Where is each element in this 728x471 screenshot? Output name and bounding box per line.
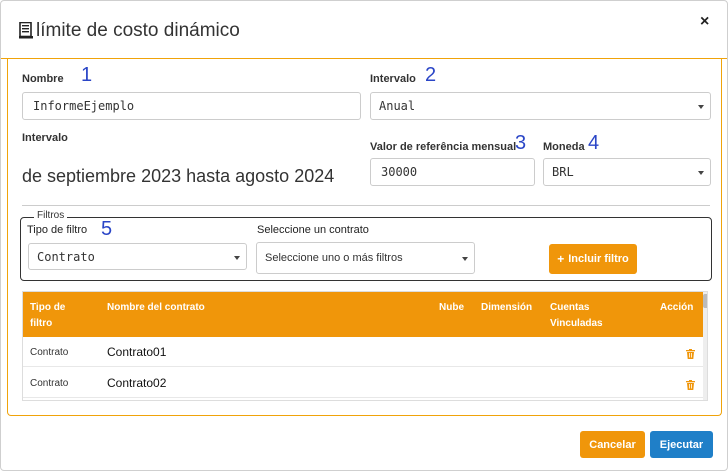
marker-4: 4 [588,132,600,154]
row-filter-type: Contrato [30,378,69,389]
header-dimension: Dimensión [481,302,533,313]
row-filter-type: Contrato [30,347,69,358]
document-icon [19,21,33,38]
trash-icon[interactable] [686,380,695,390]
filter-type-label: Tipo de filtro [27,224,88,236]
chevron-down-icon [698,105,704,109]
interval-select-value: Anual [379,99,416,113]
modal-title-text: límite de costo dinámico [36,20,240,41]
cancel-button[interactable]: Cancelar [580,431,645,458]
run-button[interactable]: Ejecutar [650,431,713,458]
period-text: de septiembre 2023 hasta agosto 2024 [22,166,335,186]
currency-select[interactable]: BRL [543,158,711,186]
period-label: Intervalo [22,132,68,144]
table-row: Contrato Contrato02 [23,368,703,398]
interval-label: Intervalo [370,73,416,85]
plus-icon: + [557,252,565,266]
modal-body: Nombre 1 InformeEjemplo Intervalo 2 Anua… [7,59,722,416]
contract-select-placeholder: Seleccione uno o más filtros [265,252,403,264]
reference-value-label: Valor de referência mensual [370,141,517,153]
marker-2: 2 [425,64,437,86]
header-contract-name: Nombre del contrato [107,302,205,313]
modal-title: límite de costo dinámico [19,20,240,42]
table-row: Contrato Contrato01 [23,337,703,367]
row-contract-name: Contrato02 [107,376,167,390]
marker-1: 1 [81,64,93,86]
name-input[interactable]: InformeEjemplo [22,92,361,120]
filter-type-select[interactable]: Contrato [28,243,247,270]
filters-legend: Filtros [34,210,68,221]
interval-select[interactable]: Anual [370,92,711,120]
contract-select-label: Seleccione un contrato [257,224,369,236]
trash-icon[interactable] [686,349,695,359]
modal-header: límite de costo dinámico × [1,1,727,59]
header-linked-accounts: Cuentas Vinculadas [550,302,603,329]
dynamic-cost-limit-modal: límite de costo dinámico × Nombre 1 Info… [0,0,728,471]
close-icon[interactable]: × [700,13,709,31]
row-contract-name: Contrato01 [107,345,167,359]
filter-type-value: Contrato [37,249,95,264]
header-action: Acción [660,302,694,313]
filters-table: Tipo de filtro Nombre del contrato Nube … [22,291,708,401]
chevron-down-icon [698,171,704,175]
contract-select[interactable]: Seleccione uno o más filtros [256,242,475,274]
currency-label: Moneda [543,141,585,153]
divider [22,205,710,206]
table-header: Tipo de filtro Nombre del contrato Nube … [23,292,707,337]
header-cloud: Nube [439,302,464,313]
currency-select-value: BRL [552,165,574,179]
add-filter-label: Incluir filtro [568,253,629,265]
table-scrollbar[interactable] [703,292,707,400]
reference-value-input[interactable]: 30000 [370,158,535,186]
scrollbar-thumb[interactable] [703,294,707,308]
chevron-down-icon [462,257,468,261]
add-filter-button[interactable]: + Incluir filtro [549,244,637,274]
marker-3: 3 [515,132,527,154]
chevron-down-icon [234,256,240,260]
header-filter-type: Tipo de filtro [30,302,66,329]
marker-5: 5 [101,218,113,240]
name-label: Nombre [22,73,64,85]
